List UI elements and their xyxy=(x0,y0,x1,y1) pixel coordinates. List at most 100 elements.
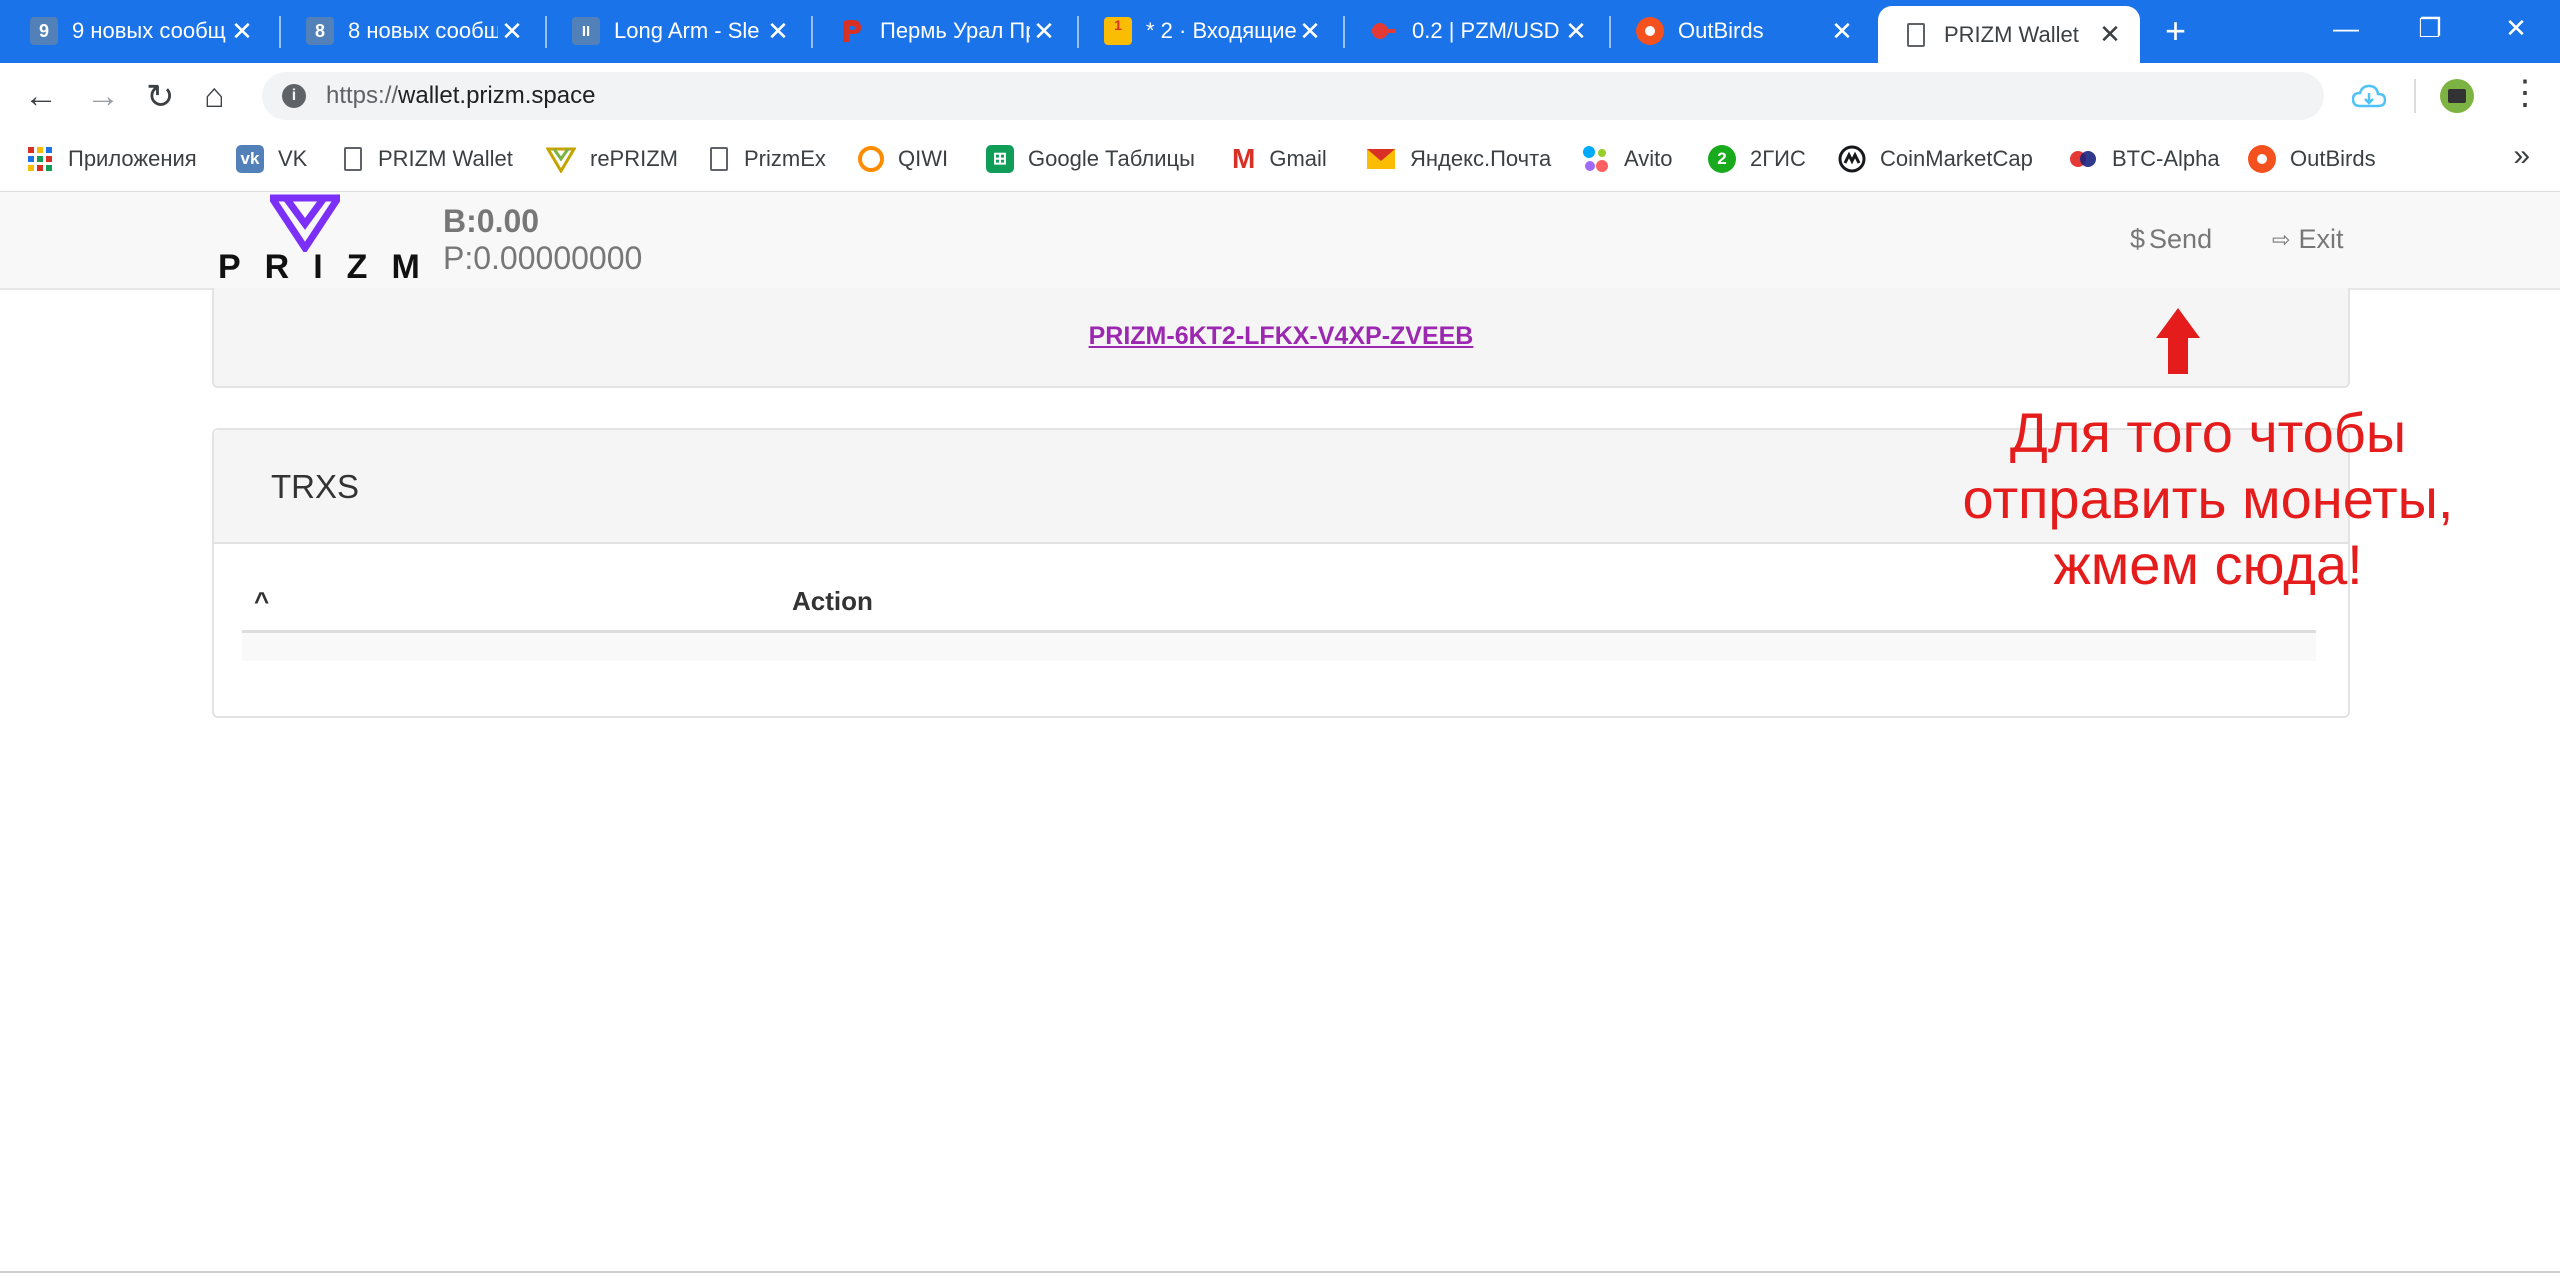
site-info-icon[interactable]: i xyxy=(282,84,306,108)
bookmark-btc-alpha[interactable]: BTC-Alpha xyxy=(2068,143,2220,175)
balance-b: B:0.00 xyxy=(443,203,540,239)
toolbar-divider xyxy=(2414,79,2416,113)
qiwi-icon xyxy=(858,146,884,172)
hint-line: отправить монеты, xyxy=(1962,467,2454,530)
prizm-logo-icon[interactable] xyxy=(270,194,340,252)
restore-button[interactable]: ❐ xyxy=(2390,0,2470,56)
close-tab-icon[interactable]: ✕ xyxy=(1828,16,1856,47)
browser-tab-strip: 9 9 новых сообщ ✕ 8 8 новых сообщ ✕ II L… xyxy=(0,0,2560,63)
bookmark-label: PRIZM Wallet xyxy=(378,146,513,171)
bookmark-label: OutBirds xyxy=(2290,146,2376,171)
vk-icon: 8 xyxy=(306,17,334,45)
browser-tab[interactable]: 9 9 новых сообщ ✕ xyxy=(0,6,272,56)
new-tab-button[interactable]: + xyxy=(2165,10,2186,52)
page-icon xyxy=(344,147,362,171)
browser-tab-active[interactable]: PRIZM Wallet ✕ xyxy=(1878,6,2140,63)
apps-icon xyxy=(28,147,52,171)
bookmark-label: Приложения xyxy=(68,146,197,171)
bookmark-avito[interactable]: Avito xyxy=(1580,143,1673,175)
bookmark-label: Google Таблицы xyxy=(1028,146,1195,171)
exit-link[interactable]: ⇨ Exit xyxy=(2272,224,2343,255)
browser-tab[interactable]: II Long Arm - Sle ✕ xyxy=(542,6,808,56)
send-label: Send xyxy=(2149,224,2213,254)
bookmark-prizm-wallet[interactable]: PRIZM Wallet xyxy=(340,143,513,175)
browser-tab[interactable]: 0.2 | PZM/USD ✕ xyxy=(1340,6,1606,56)
2gis-icon: 2 xyxy=(1708,145,1736,173)
more-bookmarks-icon[interactable]: » xyxy=(2513,139,2530,173)
tab-label: OutBirds xyxy=(1678,18,1764,43)
bookmark-label: rePRIZM xyxy=(590,146,678,171)
bookmark-label: QIWI xyxy=(898,146,949,171)
vk-icon: vk xyxy=(236,145,264,173)
hint-line: Для того чтобы xyxy=(2009,401,2407,464)
outbirds-icon xyxy=(1636,17,1664,45)
extension-icon[interactable] xyxy=(2440,79,2474,113)
browser-tab[interactable]: 8 8 новых сообщ ✕ xyxy=(276,6,542,56)
bookmark-label: BTC-Alpha xyxy=(2112,146,2220,171)
reload-icon[interactable]: ↻ xyxy=(146,77,175,117)
url-input[interactable]: i https://wallet.prizm.space xyxy=(262,72,2324,120)
account-address-link[interactable]: PRIZM-6KT2-LFKX-V4XP-ZVEEB xyxy=(214,322,2348,351)
browser-tab[interactable]: 1 * 2 · Входящие ✕ xyxy=(1074,6,1340,56)
bookmark-reprizm[interactable]: rePRIZM xyxy=(546,143,678,175)
coinmarketcap-icon xyxy=(1838,145,1866,173)
tab-label: PRIZM Wallet xyxy=(1944,21,2079,47)
dollar-icon: $ xyxy=(2130,224,2146,254)
close-tab-icon[interactable]: ✕ xyxy=(2096,19,2124,50)
close-tab-icon[interactable]: ✕ xyxy=(764,16,792,47)
tab-label: 0.2 | PZM/USD xyxy=(1412,18,1560,43)
bookmark-label: 2ГИС xyxy=(1750,146,1806,171)
tab-label: 8 новых сообщ xyxy=(348,18,498,43)
reprizm-icon xyxy=(546,147,576,173)
close-tab-icon[interactable]: ✕ xyxy=(1296,16,1324,47)
close-window-button[interactable]: ✕ xyxy=(2476,0,2556,56)
address-toolbar: ← → ↻ ⌂ i https://wallet.prizm.space ⋮ xyxy=(0,63,2560,129)
tab-label: Long Arm - Sle xyxy=(614,18,760,43)
bookmark-coinmarketcap[interactable]: CoinMarketCap xyxy=(1838,143,2033,175)
tab-label: 9 новых сообщ xyxy=(72,18,226,43)
menu-dots-icon[interactable]: ⋮ xyxy=(2508,73,2542,113)
browser-tab[interactable]: Пермь Урал Пр ✕ xyxy=(808,6,1074,56)
url-scheme: https:// xyxy=(326,82,399,109)
url-host: wallet.prizm.space xyxy=(398,82,596,109)
close-tab-icon[interactable]: ✕ xyxy=(228,16,256,47)
home-icon[interactable]: ⌂ xyxy=(204,77,225,116)
cloud-extension-icon[interactable] xyxy=(2352,84,2386,110)
back-arrow-icon[interactable]: ← xyxy=(24,77,58,116)
exchange-icon xyxy=(1370,17,1398,45)
outbirds-icon xyxy=(2248,145,2276,173)
forward-arrow-icon[interactable]: → xyxy=(86,77,120,116)
hint-line: жмем сюда! xyxy=(2053,533,2363,596)
bookmark-yandex-mail[interactable]: Яндекс.Почта xyxy=(1366,143,1551,175)
yandex-mail-icon xyxy=(1367,149,1395,169)
bookmark-label: VK xyxy=(278,146,308,171)
browser-tab[interactable]: OutBirds ✕ xyxy=(1606,6,1872,56)
close-tab-icon[interactable]: ✕ xyxy=(498,16,526,47)
send-link[interactable]: $ Send xyxy=(2130,224,2212,255)
bookmark-apps[interactable]: Приложения xyxy=(26,143,197,175)
vk-icon: 9 xyxy=(30,17,58,45)
sort-column-header[interactable]: ^ xyxy=(254,586,269,617)
red-arrow-icon xyxy=(2156,308,2200,374)
bookmark-qiwi[interactable]: QIWI xyxy=(858,143,948,175)
bookmark-gmail[interactable]: M Gmail xyxy=(1232,143,1327,175)
bookmark-label: Avito xyxy=(1624,146,1673,171)
balance-p: P:0.00000000 xyxy=(443,240,643,276)
bookmark-google-sheets[interactable]: ⊞ Google Таблицы xyxy=(986,143,1195,175)
avito-icon xyxy=(1583,146,1608,172)
tab-label: * 2 · Входящие xyxy=(1146,18,1296,43)
send-hint-annotation: Для того чтобы отправить монеты, жмем сю… xyxy=(1908,400,2508,598)
account-panel: PRIZM-6KT2-LFKX-V4XP-ZVEEB xyxy=(212,288,2350,388)
page-bottom-border xyxy=(0,1271,2560,1273)
bookmark-prizmex[interactable]: PrizmEx xyxy=(706,143,826,175)
minimize-button[interactable]: — xyxy=(2306,0,2386,56)
bookmark-outbirds[interactable]: OutBirds xyxy=(2248,143,2376,175)
close-tab-icon[interactable]: ✕ xyxy=(1562,16,1590,47)
vk-icon: II xyxy=(572,17,600,45)
close-tab-icon[interactable]: ✕ xyxy=(1030,16,1058,47)
bookmark-vk[interactable]: vk VK xyxy=(236,143,307,175)
bookmark-label: Gmail xyxy=(1269,146,1327,171)
tab-label: Пермь Урал Пр xyxy=(880,18,1030,43)
bookmark-2gis[interactable]: 2 2ГИС xyxy=(1708,143,1806,175)
sign-out-icon: ⇨ xyxy=(2272,226,2291,252)
